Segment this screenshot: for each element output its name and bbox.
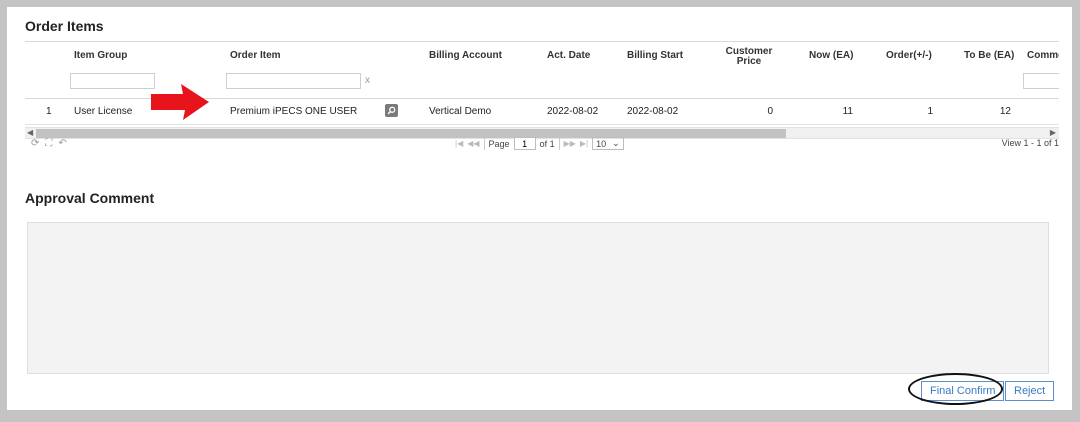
cell-act-date: 2022-08-02	[547, 106, 599, 117]
highlight-ellipse-annotation	[908, 373, 1003, 405]
cell-billing-account: Vertical Demo	[429, 106, 492, 117]
col-order-item[interactable]: Order Item	[230, 50, 281, 61]
last-page-icon[interactable]: ▶|	[580, 139, 588, 148]
cell-now-ea: 11	[842, 106, 853, 117]
col-act-date[interactable]: Act. Date	[547, 50, 590, 61]
col-order-delta[interactable]: Order(+/-)	[886, 50, 932, 61]
approval-comment-title: Approval Comment	[25, 190, 155, 206]
item-group-filter-input[interactable]	[70, 73, 155, 89]
comment-filter-input[interactable]	[1023, 73, 1059, 89]
red-arrow-annotation-icon	[151, 84, 209, 120]
page-label: Page	[488, 138, 510, 149]
rows-per-page-select[interactable]: 10 ⌄	[592, 137, 624, 150]
col-to-be-ea[interactable]: To Be (EA)	[964, 50, 1014, 61]
cell-order-item: Premium iPECS ONE USER	[230, 106, 358, 117]
col-now-ea[interactable]: Now (EA)	[809, 50, 853, 61]
cell-to-be-ea: 12	[999, 106, 1011, 117]
cell-customer-price: 0	[767, 106, 773, 117]
grid-pager: ⟳⛶↶ |◀ ◀◀ Page of 1 ▶▶ ▶| 10 ⌄ View 1 - …	[25, 137, 1059, 153]
col-comment[interactable]: Comme	[1027, 50, 1059, 61]
fullscreen-icon[interactable]: ⛶	[45, 138, 58, 149]
col-billing-account[interactable]: Billing Account	[429, 50, 502, 61]
next-page-icon[interactable]: ▶▶	[564, 139, 576, 148]
chevron-down-icon: ⌄	[612, 138, 620, 148]
col-customer-price[interactable]: Customer Price	[725, 47, 773, 67]
col-item-group[interactable]: Item Group	[74, 50, 127, 61]
filter-clear-button[interactable]: x	[365, 75, 370, 86]
col-billing-start[interactable]: Billing Start	[627, 50, 683, 61]
cell-billing-start: 2022-08-02	[627, 106, 679, 117]
cell-item-group: User License	[74, 106, 133, 117]
scroll-left-icon[interactable]: ◀	[27, 128, 33, 137]
order-item-lookup-button[interactable]	[385, 104, 398, 117]
refresh-icon[interactable]: ⟳	[31, 138, 45, 149]
row-index: 1	[46, 106, 52, 117]
approval-comment-textarea[interactable]	[27, 222, 1049, 374]
view-range-text: View 1 - 1 of 1	[1001, 138, 1059, 148]
order-items-title: Order Items	[25, 18, 104, 34]
search-icon	[387, 106, 396, 115]
main-panel: Order Items Item Group Order Item Billin…	[7, 7, 1072, 410]
undo-icon[interactable]: ↶	[58, 138, 72, 149]
first-page-icon[interactable]: |◀	[455, 139, 463, 148]
prev-page-icon[interactable]: ◀◀	[467, 139, 479, 148]
page-count: of 1	[539, 138, 555, 149]
page-number-input[interactable]	[513, 137, 536, 150]
order-item-filter-input[interactable]	[226, 73, 361, 89]
cell-order-delta: 1	[927, 106, 933, 117]
scroll-right-icon[interactable]: ▶	[1050, 128, 1056, 137]
reject-button[interactable]: Reject	[1005, 381, 1055, 401]
